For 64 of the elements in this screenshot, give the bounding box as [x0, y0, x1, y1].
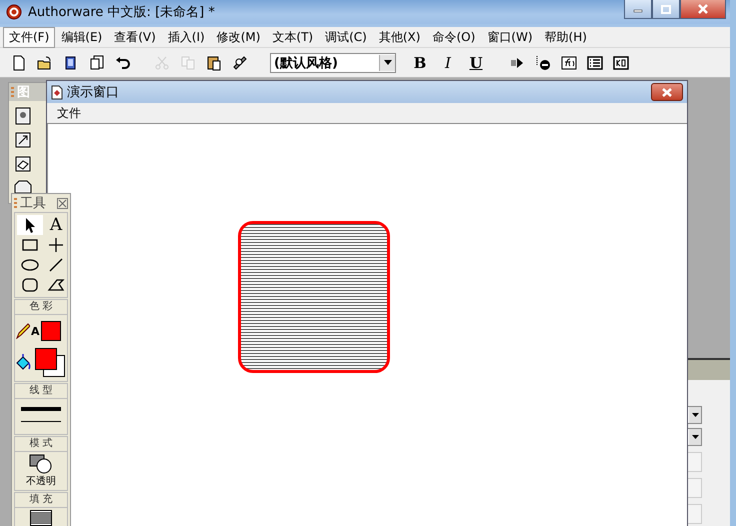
- close-icon[interactable]: [57, 198, 68, 208]
- maximize-icon: [661, 4, 671, 14]
- diagonal-line-icon: [47, 256, 65, 274]
- pencil-icon: [16, 323, 30, 339]
- menu-item[interactable]: 插入(I): [162, 26, 211, 48]
- text-color-label: A: [31, 324, 40, 338]
- section-heading: 填 充: [14, 492, 68, 507]
- undo-icon[interactable]: [115, 54, 131, 70]
- menu-item[interactable]: 文件(F): [3, 26, 56, 48]
- menu-item[interactable]: 调试(C): [319, 26, 373, 48]
- motion-icon[interactable]: [14, 131, 32, 149]
- orthogonal-line-icon: [47, 236, 65, 254]
- list-icon[interactable]: [587, 54, 603, 70]
- section-heading: 线 型: [14, 383, 68, 398]
- section-heading: 模 式: [14, 436, 68, 451]
- palette-title: 图: [17, 84, 30, 101]
- menu-item[interactable]: 编辑(E): [55, 26, 108, 48]
- section-heading: 色 彩: [14, 299, 68, 314]
- opaque-mode-icon[interactable]: [29, 454, 53, 474]
- window-title: 演示窗口: [67, 84, 119, 101]
- style-dropdown[interactable]: (默认风格): [270, 52, 396, 72]
- close-button[interactable]: [680, 0, 726, 19]
- grip-icon[interactable]: [14, 197, 17, 209]
- caret-icon: [692, 413, 698, 417]
- underline-button[interactable]: U: [468, 54, 484, 72]
- paint-bucket-icon: [16, 353, 32, 371]
- panel-title: 工具: [20, 195, 46, 212]
- run-from-flag-icon[interactable]: [535, 54, 551, 70]
- close-icon: [697, 4, 709, 14]
- erase-icon[interactable]: [14, 155, 32, 173]
- save-icon[interactable]: [89, 54, 105, 70]
- bold-button[interactable]: B: [412, 54, 428, 72]
- window-title: Authorware 中文版: [未命名] *: [28, 4, 215, 21]
- close-button[interactable]: [651, 83, 683, 101]
- line-color-swatch[interactable]: [40, 321, 61, 341]
- line-fill-icon[interactable]: [30, 510, 52, 526]
- menu-item[interactable]: 窗口(W): [481, 26, 539, 48]
- menu-item[interactable]: 文件: [57, 104, 81, 122]
- maximize-button[interactable]: [652, 0, 680, 19]
- display-icon[interactable]: [14, 107, 32, 125]
- fill-foreground-swatch[interactable]: [35, 348, 57, 370]
- caret-icon: [692, 435, 698, 439]
- document-icon: [51, 84, 63, 100]
- italic-button[interactable]: I: [440, 54, 456, 72]
- open-folder-icon[interactable]: [37, 54, 53, 70]
- close-icon: [662, 88, 672, 96]
- paste-icon[interactable]: [206, 54, 222, 70]
- menu-item[interactable]: 查看(V): [108, 26, 162, 48]
- text-tool[interactable]: A: [43, 215, 69, 235]
- menu-item[interactable]: 修改(M): [210, 26, 266, 48]
- app-logo-icon: [6, 4, 22, 20]
- mode-label: 不透明: [26, 474, 56, 488]
- minimize-button[interactable]: [624, 0, 652, 19]
- menu-item[interactable]: 其他(X): [372, 26, 426, 48]
- new-file-icon[interactable]: [11, 54, 27, 70]
- caret-icon: [384, 60, 392, 65]
- grip-icon[interactable]: [11, 86, 14, 98]
- menu-item[interactable]: 命令(O): [426, 26, 482, 48]
- function-icon[interactable]: [561, 54, 577, 70]
- rounded-rectangle-icon: [21, 276, 39, 294]
- pointer-tool[interactable]: [17, 215, 43, 235]
- menu-item[interactable]: 文本(T): [266, 26, 320, 48]
- menu-item[interactable]: 帮助(H): [538, 26, 593, 48]
- knowledge-object-icon[interactable]: [613, 54, 629, 70]
